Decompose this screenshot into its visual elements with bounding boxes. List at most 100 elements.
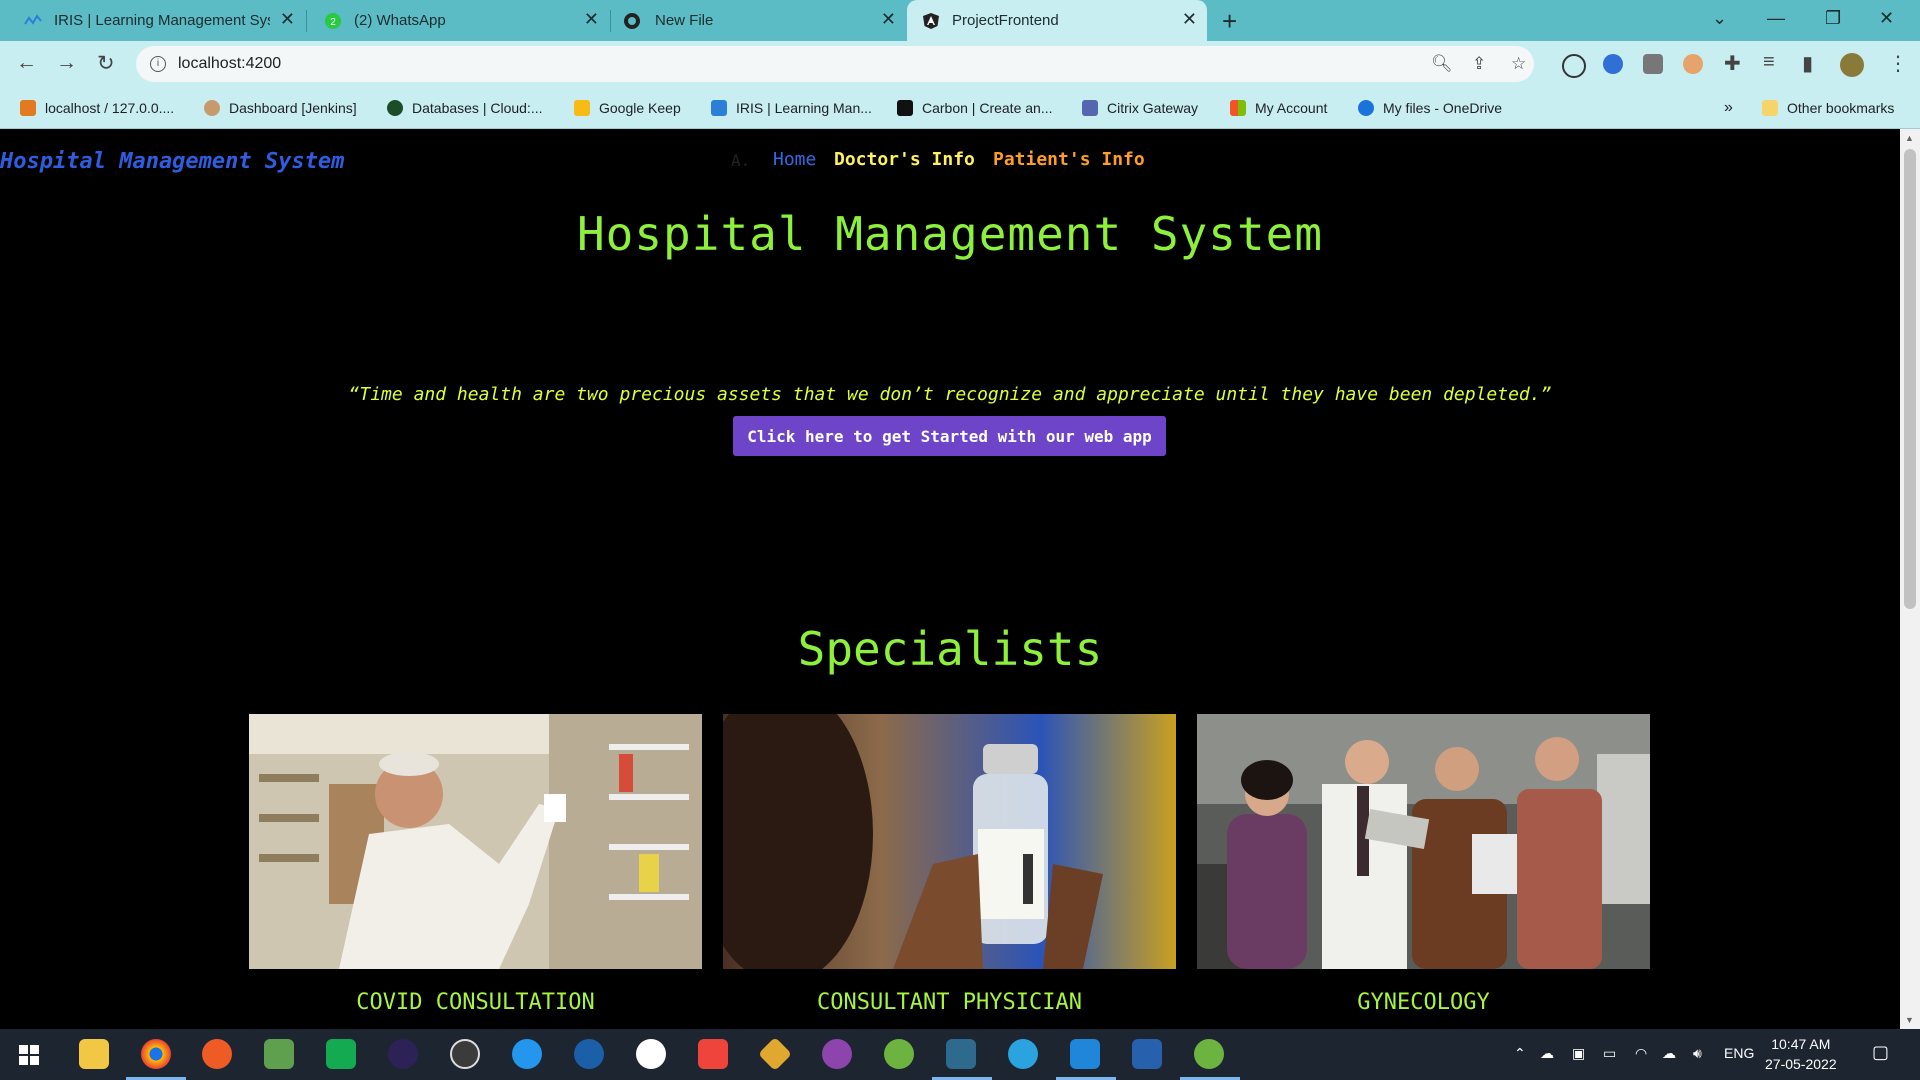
google-keep-icon: [574, 100, 590, 116]
extension-sync-icon[interactable]: [1562, 54, 1586, 78]
bookmark-item[interactable]: My Account: [1230, 88, 1327, 128]
bookmarks-bar: localhost / 127.0.0.... Dashboard [Jenki…: [0, 88, 1920, 129]
site-info-icon[interactable]: i: [150, 56, 166, 72]
git-icon[interactable]: [758, 1037, 792, 1071]
extension-gray-icon[interactable]: [1643, 54, 1663, 74]
more-bookmarks-icon[interactable]: »: [1724, 88, 1733, 128]
bookmark-star-icon[interactable]: ☆: [1511, 54, 1526, 74]
side-panel-icon[interactable]: ▮: [1802, 51, 1813, 76]
nav-home-link[interactable]: Home: [773, 149, 816, 170]
address-bar[interactable]: i localhost:4200 🔍︎ ⇪ ☆: [136, 46, 1534, 82]
lock-icon: [1082, 100, 1098, 116]
bookmark-item[interactable]: Citrix Gateway: [1082, 88, 1198, 128]
puzzle-extensions-icon[interactable]: ✚: [1724, 51, 1741, 76]
meet-now-icon[interactable]: ▣: [1572, 1045, 1585, 1062]
iris-icon: [24, 14, 42, 25]
bookmark-item[interactable]: My files - OneDrive: [1358, 88, 1502, 128]
steam-icon[interactable]: [574, 1039, 604, 1069]
file-explorer-icon[interactable]: [79, 1039, 109, 1069]
extension-blue-icon[interactable]: [1603, 54, 1623, 74]
telegram-icon[interactable]: [1008, 1039, 1038, 1069]
share-icon[interactable]: ⇪: [1472, 54, 1486, 74]
forward-arrow-icon[interactable]: →: [56, 51, 77, 75]
spring-tool-icon[interactable]: [884, 1039, 914, 1069]
get-started-button[interactable]: Click here to get Started with our web a…: [733, 416, 1166, 456]
page-scrollbar[interactable]: ▲ ▼: [1900, 129, 1920, 1029]
battery-icon[interactable]: ▭: [1603, 1045, 1616, 1062]
medicine-vial-photo: [693, 684, 1176, 984]
bookmark-label: Google Keep: [599, 100, 681, 116]
card-caption: CONSULTANT PHYSICIAN: [817, 990, 1082, 1015]
mongodb-compass-icon[interactable]: [636, 1039, 666, 1069]
svg-text:2: 2: [330, 17, 336, 28]
bookmark-item[interactable]: Carbon | Create an...: [897, 88, 1052, 128]
vscode-icon[interactable]: [1070, 1039, 1100, 1069]
bookmark-item[interactable]: Dashboard [Jenkins]: [204, 88, 357, 128]
health-quote: “Time and health are two precious assets…: [348, 384, 1552, 405]
profile-avatar[interactable]: [1840, 53, 1864, 77]
robo-mongo-icon[interactable]: [326, 1039, 356, 1069]
tab-new-file[interactable]: New File ✕: [611, 0, 906, 41]
bookmark-label: Carbon | Create an...: [922, 100, 1053, 116]
scroll-thumb[interactable]: [1904, 149, 1916, 609]
web-page: Hospital Management System A. Home Docto…: [0, 129, 1900, 1029]
bookmark-item[interactable]: Databases | Cloud:...: [387, 88, 542, 128]
show-hidden-icons-icon[interactable]: ⌃: [1514, 1045, 1526, 1062]
nav-doctors-info-link[interactable]: Doctor's Info: [834, 149, 975, 170]
clock-date: 27-05-2022: [1765, 1056, 1837, 1072]
system-clock[interactable]: 10:47 AM 27-05-2022: [1765, 1034, 1837, 1074]
zoom-icon[interactable]: 🔍︎: [1431, 54, 1453, 74]
menu-kebab-icon[interactable]: ⋮: [1888, 51, 1908, 76]
spring-boot-icon[interactable]: [1194, 1039, 1224, 1069]
volume-icon[interactable]: 🔊︎: [1693, 1045, 1702, 1062]
jenkins-icon: [204, 100, 220, 116]
cloud-sync-icon[interactable]: ☁: [1540, 1045, 1554, 1062]
notifications-icon[interactable]: ▢: [1872, 1042, 1889, 1063]
close-icon[interactable]: ✕: [584, 9, 599, 30]
obs-icon[interactable]: [450, 1039, 480, 1069]
close-icon[interactable]: ✕: [1182, 9, 1197, 30]
specialist-card-physician[interactable]: CONSULTANT PHYSICIAN: [693, 684, 1176, 1015]
tab-iris[interactable]: IRIS | Learning Management Syst ✕: [0, 0, 305, 41]
tab-project-frontend[interactable]: ProjectFrontend ✕: [907, 0, 1207, 41]
scroll-down-icon[interactable]: ▼: [1905, 1015, 1914, 1025]
url-text[interactable]: localhost:4200: [178, 55, 281, 73]
other-bookmarks-folder[interactable]: Other bookmarks: [1762, 88, 1894, 128]
tab-whatsapp[interactable]: 2 (2) WhatsApp ✕: [307, 0, 609, 41]
folder-icon: [1762, 100, 1778, 116]
postman-icon[interactable]: [202, 1039, 232, 1069]
nav-patients-info-link[interactable]: Patient's Info: [993, 149, 1145, 170]
mysql-workbench-icon[interactable]: [946, 1039, 976, 1069]
restore-icon[interactable]: ❐: [1825, 8, 1841, 29]
scroll-up-icon[interactable]: ▲: [1905, 133, 1914, 143]
eclipse-icon[interactable]: [388, 1039, 418, 1069]
onedrive-tray-icon[interactable]: ☁: [1662, 1045, 1676, 1062]
bookmark-item[interactable]: localhost / 127.0.0....: [20, 88, 174, 128]
card-caption: GYNECOLOGY: [1357, 990, 1490, 1015]
anydesk-icon[interactable]: [698, 1039, 728, 1069]
specialist-card-covid[interactable]: COVID CONSULTATION: [249, 714, 702, 1015]
close-window-icon[interactable]: ✕: [1879, 8, 1894, 29]
chrome-icon[interactable]: [141, 1039, 171, 1069]
tab-label: IRIS | Learning Management Syst: [54, 12, 270, 29]
minimize-icon[interactable]: —: [1767, 8, 1785, 29]
bookmark-item[interactable]: IRIS | Learning Man...: [711, 88, 872, 128]
windows-start-icon[interactable]: [19, 1045, 39, 1065]
extension-face-icon[interactable]: [1683, 54, 1703, 74]
language-indicator[interactable]: ENG: [1724, 1045, 1754, 1061]
wifi-icon[interactable]: ◠: [1635, 1045, 1647, 1062]
docker-icon[interactable]: [512, 1039, 542, 1069]
close-icon[interactable]: ✕: [280, 9, 295, 30]
powershell-icon[interactable]: [1132, 1039, 1162, 1069]
specialist-card-gynecology[interactable]: GYNECOLOGY: [1197, 714, 1650, 1015]
nodejs-icon[interactable]: [264, 1039, 294, 1069]
brand-logo[interactable]: Hospital Management System: [0, 149, 344, 174]
new-tab-button[interactable]: +: [1222, 6, 1237, 37]
reading-list-icon[interactable]: ≡: [1763, 51, 1775, 74]
github-desktop-icon[interactable]: [822, 1039, 852, 1069]
bookmark-item[interactable]: Google Keep: [574, 88, 681, 128]
back-arrow-icon[interactable]: ←: [16, 51, 37, 75]
close-icon[interactable]: ✕: [881, 9, 896, 30]
tab-search-icon[interactable]: ⌄: [1712, 8, 1727, 29]
reload-icon[interactable]: ↻: [97, 51, 115, 76]
